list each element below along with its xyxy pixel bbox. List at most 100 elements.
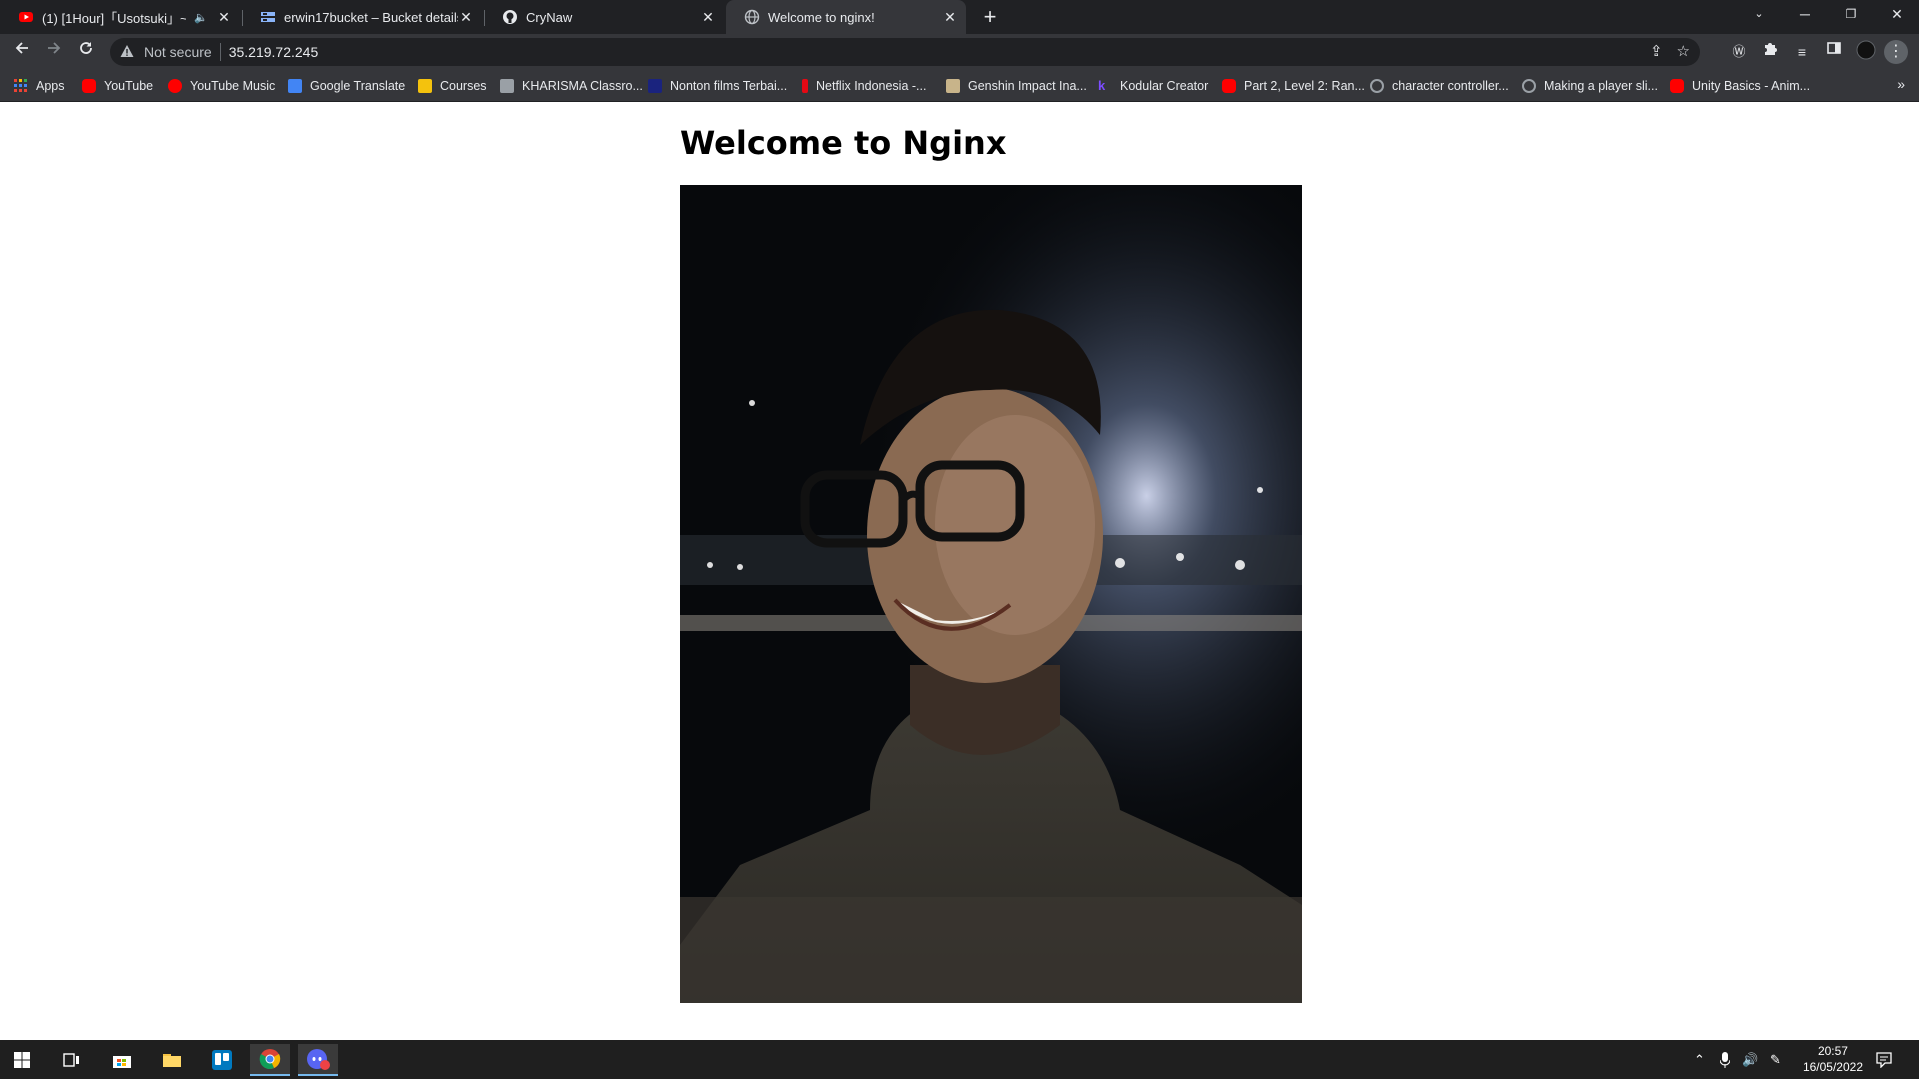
bookmark-kodular[interactable]: k Kodular Creator <box>1098 70 1208 102</box>
tab-strip: (1) [1Hour]「Usotsuki」~ Yoru 🔈 ✕ erwin17b… <box>0 0 1919 34</box>
youtube-icon <box>1670 79 1684 93</box>
show-hidden-icons[interactable]: ⌃ <box>1694 1040 1705 1079</box>
tab-title: Welcome to nginx! <box>768 9 875 25</box>
cloud-storage-icon <box>260 9 276 25</box>
bookmark-genshin[interactable]: Genshin Impact Ina... <box>946 70 1087 102</box>
bookmarks-overflow-icon[interactable]: » <box>1897 76 1905 92</box>
tab-title: (1) [1Hour]「Usotsuki」~ Yoru <box>42 10 187 26</box>
restore-button[interactable]: ❐ <box>1828 0 1874 30</box>
apps-grid-icon <box>14 79 28 93</box>
bookmark-nonton-films[interactable]: Nonton films Terbai... <box>648 70 787 102</box>
bookmark-netflix[interactable]: Netflix Indonesia -... <box>802 70 926 102</box>
netflix-icon <box>802 79 808 93</box>
warning-triangle-icon[interactable] <box>120 44 136 61</box>
profile-avatar[interactable] <box>1854 40 1878 64</box>
file-explorer-button[interactable] <box>152 1044 192 1076</box>
system-clock[interactable]: 20:57 16/05/2022 <box>1803 1043 1863 1075</box>
bookmark-unity-basics[interactable]: Unity Basics - Anim... <box>1670 70 1810 102</box>
bookmark-making-player[interactable]: Making a player sli... <box>1522 70 1658 102</box>
tab-bucket-details[interactable]: erwin17bucket – Bucket details – ✕ <box>242 0 482 34</box>
notifications-icon[interactable] <box>1876 1040 1892 1079</box>
tab-close-icon[interactable]: ✕ <box>700 9 716 26</box>
clock-time: 20:57 <box>1817 1044 1848 1058</box>
microsoft-store-button[interactable] <box>102 1044 142 1076</box>
windows-logo-icon <box>14 1052 30 1068</box>
tab-close-icon[interactable]: ✕ <box>942 9 958 26</box>
youtube-icon <box>1222 79 1236 93</box>
microphone-icon[interactable] <box>1720 1040 1730 1079</box>
youtube-music-icon <box>168 79 182 93</box>
close-window-button[interactable]: ✕ <box>1874 0 1919 30</box>
tab-title: CryNaw <box>526 9 573 25</box>
discord-icon <box>307 1049 330 1070</box>
unity-icon <box>1522 79 1536 93</box>
bookmark-label: Unity Basics - Anim... <box>1692 79 1811 93</box>
extensions-puzzle-icon[interactable] <box>1758 40 1782 64</box>
trello-button[interactable] <box>202 1044 242 1076</box>
youtube-icon <box>18 9 34 25</box>
browser-window: (1) [1Hour]「Usotsuki」~ Yoru 🔈 ✕ erwin17b… <box>0 0 1919 102</box>
bookmark-kharisma[interactable]: KHARISMA Classro... <box>500 70 643 102</box>
bookmark-label: YouTube Music <box>190 79 276 93</box>
bookmark-character-controller[interactable]: character controller... <box>1370 70 1509 102</box>
bookmark-label: YouTube <box>104 79 154 93</box>
classroom-icon <box>500 79 514 93</box>
forward-button[interactable] <box>42 40 66 64</box>
media-control-icon[interactable]: ≡ <box>1790 40 1814 64</box>
extension-w-icon[interactable]: Ⓦ <box>1727 40 1751 64</box>
bookmark-label: character controller... <box>1392 79 1509 93</box>
reload-button[interactable] <box>74 40 98 64</box>
audio-playing-icon[interactable]: 🔈 <box>194 11 208 24</box>
page-heading: Welcome to Nginx <box>680 124 1007 162</box>
folder-icon <box>163 1054 181 1067</box>
bookmark-label: KHARISMA Classro... <box>522 79 643 93</box>
courses-icon <box>418 79 432 93</box>
bookmarks-bar: Apps YouTube YouTube Music Google Transl… <box>0 70 1919 102</box>
bookmark-label: Genshin Impact Ina... <box>968 79 1087 93</box>
trello-icon <box>212 1050 232 1070</box>
bookmark-youtube-music[interactable]: YouTube Music <box>168 70 275 102</box>
side-panel-icon[interactable] <box>1822 40 1846 64</box>
share-icon[interactable]: ⇪ <box>1650 42 1663 60</box>
clock-date: 16/05/2022 <box>1802 1060 1863 1074</box>
tab-youtube[interactable]: (1) [1Hour]「Usotsuki」~ Yoru 🔈 ✕ <box>0 0 240 34</box>
tab-github[interactable]: CryNaw ✕ <box>484 0 724 34</box>
bookmark-courses[interactable]: Courses <box>418 70 487 102</box>
tab-close-icon[interactable]: ✕ <box>216 9 232 26</box>
start-button[interactable] <box>2 1044 42 1076</box>
bookmark-part2-level2[interactable]: Part 2, Level 2: Ran... <box>1222 70 1365 102</box>
bookmark-label: Apps <box>36 79 65 93</box>
address-bar[interactable]: Not secure 35.219.72.245 ⇪ ☆ <box>110 38 1700 66</box>
task-view-button[interactable] <box>52 1044 92 1076</box>
chrome-icon <box>259 1049 281 1069</box>
pen-ink-icon[interactable]: ✎ <box>1770 1040 1781 1079</box>
tab-welcome-nginx[interactable]: Welcome to nginx! ✕ <box>726 0 966 34</box>
bookmark-label: Nonton films Terbai... <box>670 79 788 93</box>
chrome-button[interactable] <box>250 1044 290 1076</box>
discord-button[interactable] <box>298 1044 338 1076</box>
tab-title: erwin17bucket – Bucket details – <box>284 9 458 25</box>
bookmark-star-icon[interactable]: ☆ <box>1677 42 1690 60</box>
windows-taskbar: ⌃ 🔊 ✎ 20:57 16/05/2022 <box>0 1040 1919 1079</box>
globe-icon <box>744 9 760 25</box>
bookmark-label: Making a player sli... <box>1544 79 1658 93</box>
volume-icon[interactable]: 🔊 <box>1742 1040 1758 1079</box>
bookmark-google-translate[interactable]: Google Translate <box>288 70 405 102</box>
bookmark-youtube[interactable]: YouTube <box>82 70 153 102</box>
menu-kebab-icon[interactable]: ⋮ <box>1884 40 1908 64</box>
security-label[interactable]: Not secure <box>144 44 212 60</box>
url-text[interactable]: 35.219.72.245 <box>229 44 319 60</box>
github-icon <box>502 9 518 25</box>
translate-icon <box>288 79 302 93</box>
new-tab-button[interactable]: + <box>977 4 1003 30</box>
minimize-button[interactable]: ─ <box>1782 0 1828 30</box>
back-button[interactable] <box>10 40 34 64</box>
genshin-icon <box>946 79 960 93</box>
kodular-icon: k <box>1098 78 1106 93</box>
portrait-photo <box>680 185 1302 1003</box>
tab-close-icon[interactable]: ✕ <box>458 9 474 26</box>
tab-search-chevron-icon[interactable]: ⌄ <box>1736 0 1782 30</box>
bookmark-apps[interactable]: Apps <box>14 70 65 102</box>
task-view-icon <box>63 1053 79 1067</box>
address-bar-actions: ⇪ ☆ <box>1650 42 1690 60</box>
